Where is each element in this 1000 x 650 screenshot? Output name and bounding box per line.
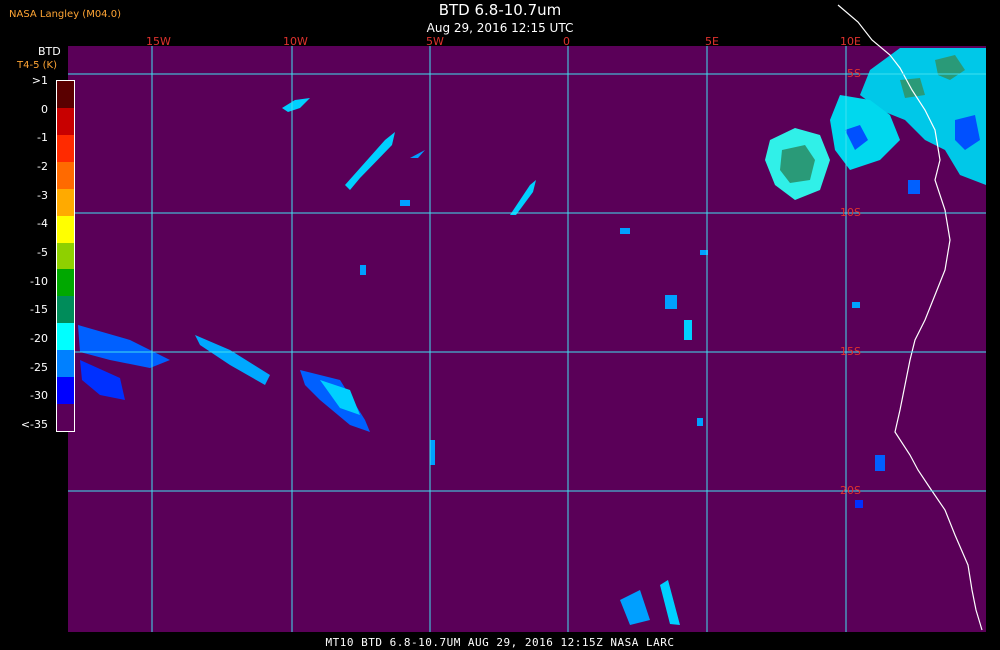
lon-label: 10E [840,35,861,48]
colorbar-swatch [57,404,74,431]
lon-label: 5W [426,35,444,48]
colorbar-swatch [57,296,74,324]
colorbar-label: -4 [37,217,48,231]
lat-label: 15S [840,345,861,358]
colorbar-swatch [57,188,74,216]
colorbar-swatch [57,377,74,405]
footer-caption: MT10 BTD 6.8-10.7UM AUG 29, 2016 12:15Z … [325,636,675,649]
satellite-map: 15W 10W 5W 0 5E 10E 5S 10S 15S 20S [68,4,986,632]
colorbar-swatch [57,107,74,135]
lon-label: 15W [146,35,171,48]
colorbar-label: >1 [31,74,48,87]
colorbar-swatch [57,242,74,270]
colorbar-label: -2 [37,160,48,173]
colorbar-label: -20 [30,332,48,345]
lon-label: 0 [563,35,570,48]
lon-label: 10W [283,35,308,48]
colorbar-label: <-35 [20,418,48,431]
colorbar-swatch [57,323,74,351]
lat-label: 10S [840,206,861,219]
lat-label: 5S [847,67,861,80]
colorbar-swatch [57,134,74,162]
colorbar-label: -25 [30,360,48,374]
colorbar-swatch [57,81,74,108]
lat-label: 20S [840,484,861,497]
lon-label: 5E [705,35,719,48]
colorbar-label: -10 [30,274,48,288]
colorbar-label: -3 [37,188,48,202]
colorbar [56,80,75,432]
colorbar-label: -30 [30,389,48,403]
colorbar-swatch [57,161,74,189]
legend-units: T4-5 (K) [17,60,57,71]
colorbar-label: -1 [37,131,48,145]
map-subtitle: Aug 29, 2016 12:15 UTC [426,21,574,35]
legend-title: BTD [38,45,61,58]
colorbar-label: -15 [30,303,48,317]
map-title: BTD 6.8-10.7um [438,1,562,19]
colorbar-label: -5 [37,246,48,259]
colorbar-swatch [57,215,74,243]
colorbar-swatch [57,350,74,378]
colorbar-swatch [57,269,74,297]
colorbar-label: 0 [41,102,48,116]
